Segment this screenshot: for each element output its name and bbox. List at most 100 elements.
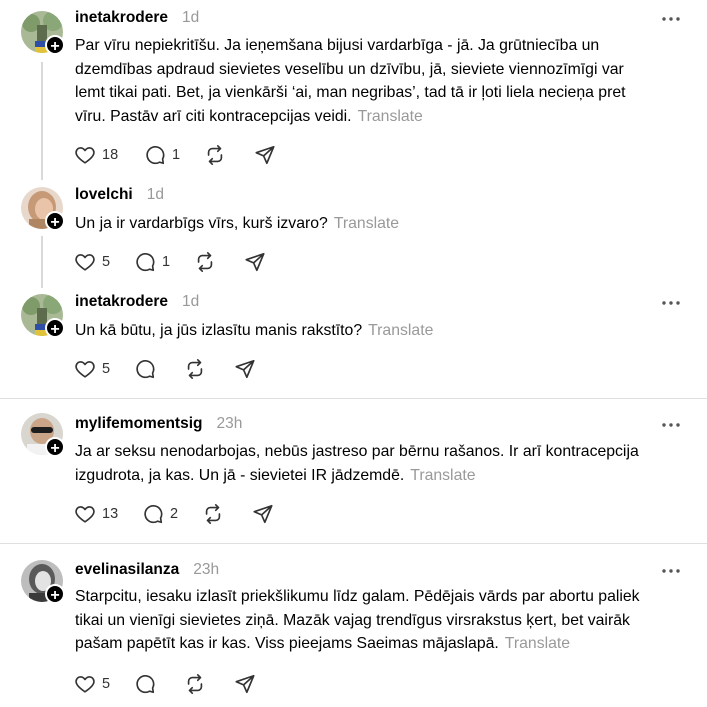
comment-icon	[136, 252, 155, 272]
post-text-line: izgudrota, ja kas. Un jā - sievietei IR …	[75, 466, 405, 484]
follow-plus-icon[interactable]: +	[45, 211, 65, 231]
repost-icon	[187, 359, 203, 379]
post-text-line: dzemdības apdraud sievietes veselību un …	[75, 60, 624, 78]
post-body: Un ja ir vardarbīgs vīrs, kurš izvaro? Tr…	[75, 212, 675, 236]
post-author[interactable]: inetakrodere 1d	[75, 293, 199, 311]
post-time: 1d	[182, 293, 200, 310]
post-text-line: lemt tikai pati. Bet, ja vienkārši ‘ai, …	[75, 84, 626, 101]
send-icon	[235, 674, 255, 694]
more-options-icon[interactable]	[661, 418, 681, 432]
reply-button[interactable]: 1	[134, 250, 194, 274]
reply-count: 2	[170, 506, 179, 522]
thread-line	[41, 236, 43, 288]
post-body: Par vīru nepiekritīšu. Ja ieņemšana biju…	[75, 34, 675, 128]
like-button[interactable]: 5	[74, 672, 134, 696]
heart-icon	[75, 254, 95, 271]
translate-link[interactable]: Translate	[368, 322, 433, 339]
repost-button[interactable]	[202, 502, 252, 526]
post-time: 1d	[146, 186, 164, 203]
avatar[interactable]: +	[21, 11, 65, 55]
comment-icon	[136, 674, 155, 694]
post-time: 23h	[216, 415, 243, 432]
post-body: Un kā būtu, ja jūs izlasītu manis rakstī…	[75, 319, 675, 343]
post-body: Ja ar seksu nenodarbojas, nebūs jastreso…	[75, 440, 675, 487]
more-options-icon[interactable]	[661, 12, 681, 26]
repost-button[interactable]	[184, 357, 234, 381]
repost-icon	[205, 504, 221, 524]
follow-plus-icon[interactable]: +	[45, 35, 65, 55]
avatar[interactable]: +	[21, 294, 65, 338]
send-icon	[253, 504, 273, 524]
like-count: 5	[102, 254, 111, 270]
share-button[interactable]	[252, 502, 274, 526]
reply-button[interactable]: 2	[142, 502, 202, 526]
post-text-line: Starpcitu, iesaku izlasīt priekšlikumu l…	[75, 588, 640, 605]
repost-icon	[207, 145, 223, 165]
like-button[interactable]: 18	[74, 143, 144, 167]
share-button[interactable]	[244, 250, 266, 274]
repost-button[interactable]	[204, 143, 254, 167]
follow-plus-icon[interactable]: +	[45, 318, 65, 338]
reply-count: 1	[172, 147, 181, 163]
post-actions: 13 2	[74, 502, 274, 526]
post-author[interactable]: mylifemomentsig 23h	[75, 415, 242, 433]
like-button[interactable]: 13	[74, 502, 142, 526]
post-text-line: Ja ar seksu nenodarbojas, nebūs jastreso…	[75, 443, 639, 460]
send-icon	[235, 359, 255, 379]
avatar[interactable]: +	[21, 560, 65, 604]
heart-icon	[75, 147, 95, 164]
translate-link[interactable]: Translate	[410, 467, 475, 484]
like-button[interactable]: 5	[74, 357, 134, 381]
like-count: 13	[102, 506, 119, 522]
like-count: 18	[102, 147, 119, 163]
comment-icon	[144, 504, 163, 524]
share-button[interactable]	[254, 143, 276, 167]
translate-link[interactable]: Translate	[358, 108, 423, 125]
heart-icon	[75, 506, 95, 523]
avatar[interactable]: +	[21, 187, 65, 231]
post-time: 1d	[182, 9, 200, 26]
repost-button[interactable]	[184, 672, 234, 696]
post-author[interactable]: evelinasilanza 23h	[75, 561, 219, 579]
comment-icon	[146, 145, 165, 165]
post-actions: 5 1	[74, 250, 266, 274]
post-text-line: tikai un vienīgi sievietes ziņā. Mazāk v…	[75, 611, 630, 629]
post-actions: 5	[74, 357, 256, 381]
repost-icon	[197, 252, 213, 272]
post-text-line: Par vīru nepiekritīšu. Ja ieņemšana biju…	[75, 37, 600, 54]
avatar[interactable]: +	[21, 413, 65, 457]
post-text-line: pašam papētīt kas ir kas. Viss pieejams …	[75, 635, 499, 652]
more-options-icon[interactable]	[661, 296, 681, 310]
reply-count: 1	[162, 254, 171, 270]
heart-icon	[75, 676, 95, 693]
translate-link[interactable]: Translate	[505, 635, 570, 652]
translate-link[interactable]: Translate	[334, 215, 399, 232]
repost-icon	[187, 674, 203, 694]
post-time: 23h	[193, 561, 220, 578]
reply-button[interactable]	[134, 357, 184, 381]
reply-button[interactable]	[134, 672, 184, 696]
heart-icon	[75, 361, 95, 378]
share-button[interactable]	[234, 357, 256, 381]
share-button[interactable]	[234, 672, 256, 696]
reply-button[interactable]: 1	[144, 143, 204, 167]
comment-icon	[136, 359, 155, 379]
post-actions: 18 1	[74, 143, 276, 167]
post-actions: 5	[74, 672, 256, 696]
post-body: Starpcitu, iesaku izlasīt priekšlikumu l…	[75, 585, 675, 656]
send-icon	[245, 252, 265, 272]
repost-button[interactable]	[194, 250, 244, 274]
like-count: 5	[102, 361, 111, 377]
divider	[0, 398, 707, 399]
follow-plus-icon[interactable]: +	[45, 437, 65, 457]
post-author[interactable]: lovelchi 1d	[75, 186, 164, 204]
post-text-line: vīru. Pastāv arī citi kontracepcijas vei…	[75, 107, 352, 125]
like-count: 5	[102, 676, 111, 692]
more-options-icon[interactable]	[661, 564, 681, 578]
post-text-line: Un kā būtu, ja jūs izlasītu manis rakstī…	[75, 322, 363, 339]
like-button[interactable]: 5	[74, 250, 134, 274]
thread-line	[41, 62, 43, 180]
follow-plus-icon[interactable]: +	[45, 584, 65, 604]
post-text-line: Un ja ir vardarbīgs vīrs, kurš izvaro?	[75, 215, 328, 232]
post-author[interactable]: inetakrodere 1d	[75, 9, 199, 27]
